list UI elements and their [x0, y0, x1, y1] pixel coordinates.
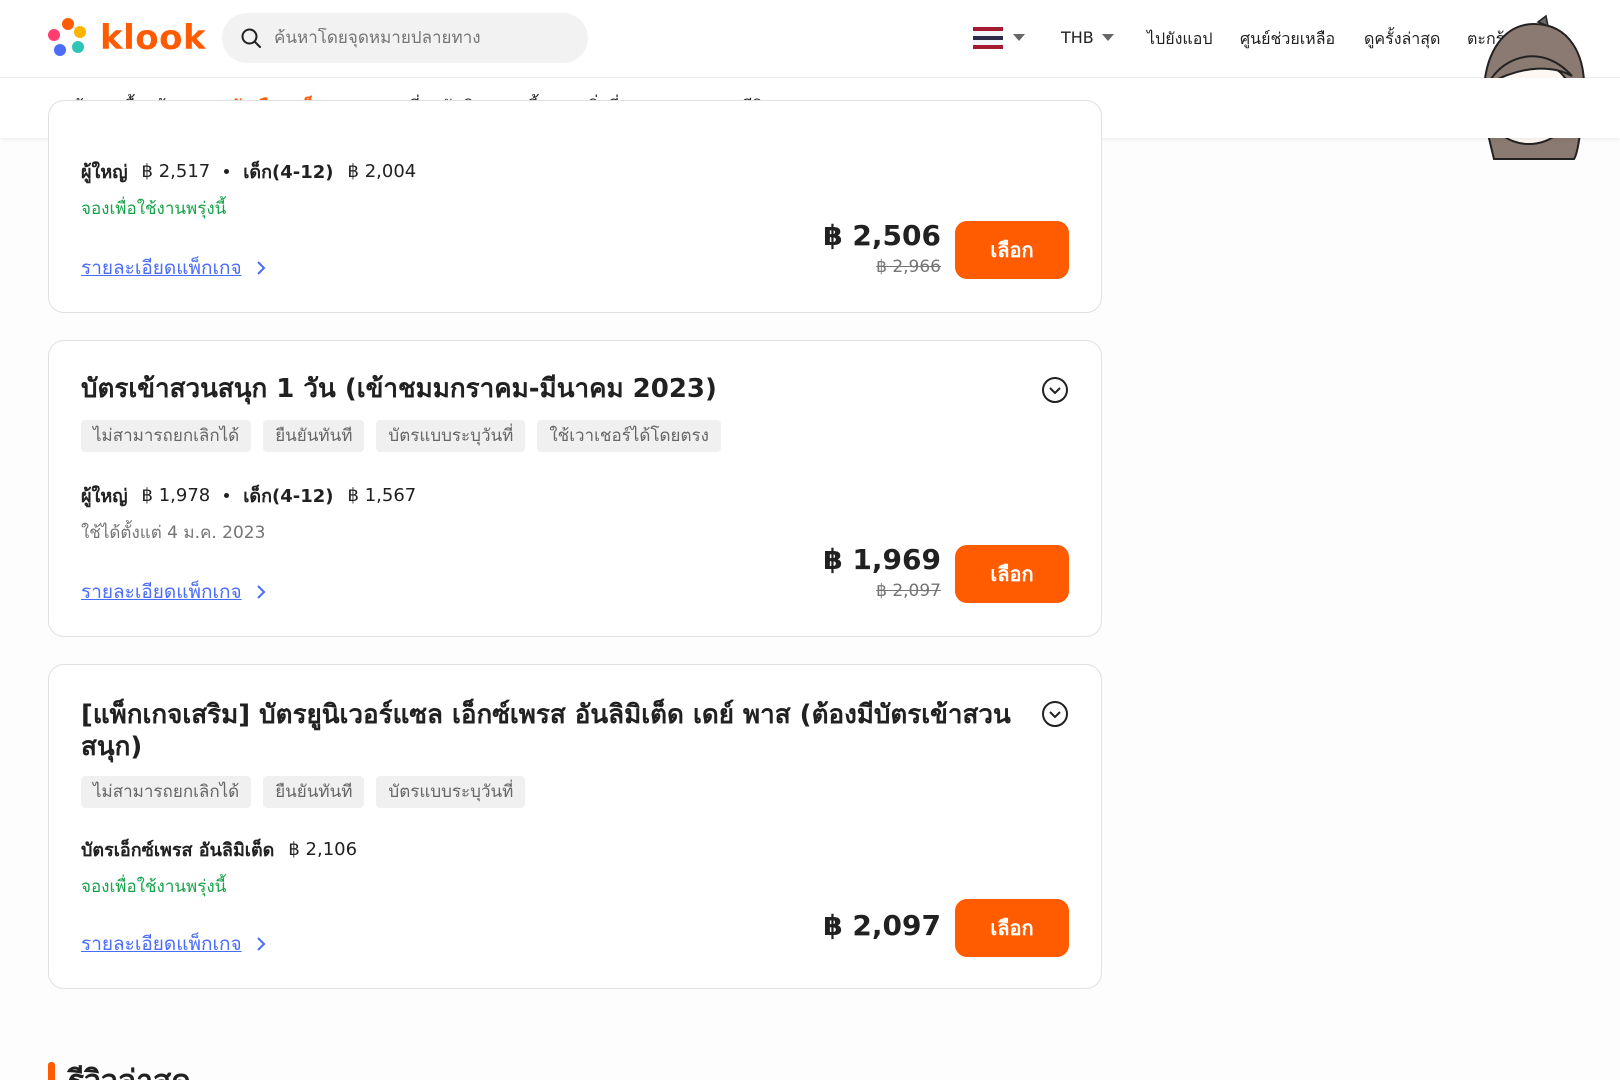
package-details-link[interactable]: รายละเอียดแพ็กเกจ: [81, 929, 266, 959]
search-input[interactable]: [274, 28, 564, 48]
separator-dot: [224, 493, 230, 498]
child-price: ฿ 1,567: [347, 485, 417, 506]
currency-caret-icon[interactable]: [1102, 34, 1114, 41]
chevron-down-circle-icon[interactable]: [1041, 700, 1069, 728]
unit-price-line: ผู้ใหญ่ ฿ 1,978 เด็ก(4-12) ฿ 1,567: [81, 481, 426, 510]
klook-logo[interactable]: klook: [46, 16, 206, 60]
section-accent-bar: [48, 1062, 55, 1080]
tag-direct-voucher: ใช้เวาเชอร์ได้โดยตรง: [537, 420, 721, 452]
klook-logo-icon: [48, 18, 86, 56]
child-label: เด็ก(4-12): [243, 162, 334, 183]
brand-name: klook: [100, 18, 207, 58]
validity-note: ใช้ได้ตั้งแต่ 4 ม.ค. 2023: [81, 523, 266, 543]
tag-non-refundable: ไม่สามารถยกเลิกได้: [81, 776, 252, 808]
package-details-label: รายละเอียดแพ็กเกจ: [81, 581, 242, 603]
search-bar[interactable]: [222, 13, 588, 63]
package-tags: ไม่สามารถยกเลิกได้ ยืนยันทันที บัตรแบบระ…: [81, 776, 526, 808]
package-title-line: [แพ็กเกจเสริม] บัตรยูนิเวอร์แซล เอ็กซ์เพ…: [81, 700, 1011, 730]
package-details-label: รายละเอียดแพ็กเกจ: [81, 257, 242, 279]
tag-instant-confirmation: ยืนยันทันที: [263, 776, 365, 808]
adult-price: ฿ 1,978: [141, 485, 211, 506]
adult-label: ผู้ใหญ่: [81, 162, 128, 183]
child-label: เด็ก(4-12): [243, 486, 334, 507]
package-price: ฿ 2,506: [823, 219, 941, 252]
go-to-app-link[interactable]: ไปยังแอป: [1147, 27, 1212, 52]
package-card: บัตรเข้าสวนสนุก 1 วัน (เข้าชมมกราคม-มีนา…: [48, 340, 1102, 637]
package-title-line: สนุก): [81, 732, 143, 762]
chevron-right-icon: [256, 937, 266, 951]
tag-instant-confirmation: ยืนยันทันที: [263, 420, 365, 452]
express-pass-price: ฿ 2,106: [288, 839, 358, 860]
chevron-down-circle-icon[interactable]: [1041, 376, 1069, 404]
unit-price-line: บัตรเอ็กซ์เพรส อันลิมิเต็ด ฿ 2,106: [81, 835, 367, 864]
original-price: ฿ 2,966: [876, 257, 941, 277]
package-price: ฿ 2,097: [823, 909, 941, 942]
top-header: klook THB ไปยังแอป ศูนย์ช่วยเหลือ ดูครั้…: [0, 0, 1620, 78]
select-package-button[interactable]: เลือก: [955, 899, 1069, 957]
search-icon: [241, 28, 261, 48]
package-card: [แพ็กเกจเสริม] บัตรยูนิเวอร์แซล เอ็กซ์เพ…: [48, 664, 1102, 989]
express-pass-label: บัตรเอ็กซ์เพรส อันลิมิเต็ด: [81, 840, 275, 861]
chevron-right-icon: [256, 261, 266, 275]
tag-fixed-date-ticket: บัตรแบบระบุวันที่: [376, 420, 526, 452]
latest-reviews-heading: รีวิวล่าสุด: [68, 1058, 191, 1080]
child-price: ฿ 2,004: [347, 161, 417, 182]
currency-selector[interactable]: THB: [1061, 28, 1094, 47]
recently-viewed-link[interactable]: ดูครั้งล่าสุด: [1364, 27, 1440, 52]
adult-price: ฿ 2,517: [141, 161, 211, 182]
tag-non-refundable: ไม่สามารถยกเลิกได้: [81, 420, 252, 452]
package-title: บัตรเข้าสวนสนุก 1 วัน (เข้าชมมกราคม-มีนา…: [81, 374, 717, 404]
package-card: ผู้ใหญ่ ฿ 2,517 เด็ก(4-12) ฿ 2,004 จองเพ…: [48, 100, 1102, 313]
package-details-link[interactable]: รายละเอียดแพ็กเกจ: [81, 253, 266, 283]
tag-fixed-date-ticket: บัตรแบบระบุวันที่: [376, 776, 526, 808]
unit-price-line: ผู้ใหญ่ ฿ 2,517 เด็ก(4-12) ฿ 2,004: [81, 157, 426, 186]
original-price: ฿ 2,097: [876, 581, 941, 601]
package-title: [แพ็กเกจเสริม] บัตรยูนิเวอร์แซล เอ็กซ์เพ…: [81, 699, 1011, 763]
package-price: ฿ 1,969: [823, 543, 941, 576]
availability-note: จองเพื่อใช้งานพรุ่งนี้: [81, 877, 227, 897]
package-details-label: รายละเอียดแพ็กเกจ: [81, 933, 242, 955]
thai-flag-icon[interactable]: [973, 27, 1003, 49]
help-center-link[interactable]: ศูนย์ช่วยเหลือ: [1240, 27, 1335, 52]
select-package-button[interactable]: เลือก: [955, 545, 1069, 603]
adult-label: ผู้ใหญ่: [81, 486, 128, 507]
package-tags: ไม่สามารถยกเลิกได้ ยืนยันทันที บัตรแบบระ…: [81, 420, 721, 452]
language-caret-icon[interactable]: [1013, 34, 1025, 41]
select-package-button[interactable]: เลือก: [955, 221, 1069, 279]
chevron-right-icon: [256, 585, 266, 599]
availability-note: จองเพื่อใช้งานพรุ่งนี้: [81, 199, 227, 219]
separator-dot: [224, 169, 230, 174]
package-details-link[interactable]: รายละเอียดแพ็กเกจ: [81, 577, 266, 607]
